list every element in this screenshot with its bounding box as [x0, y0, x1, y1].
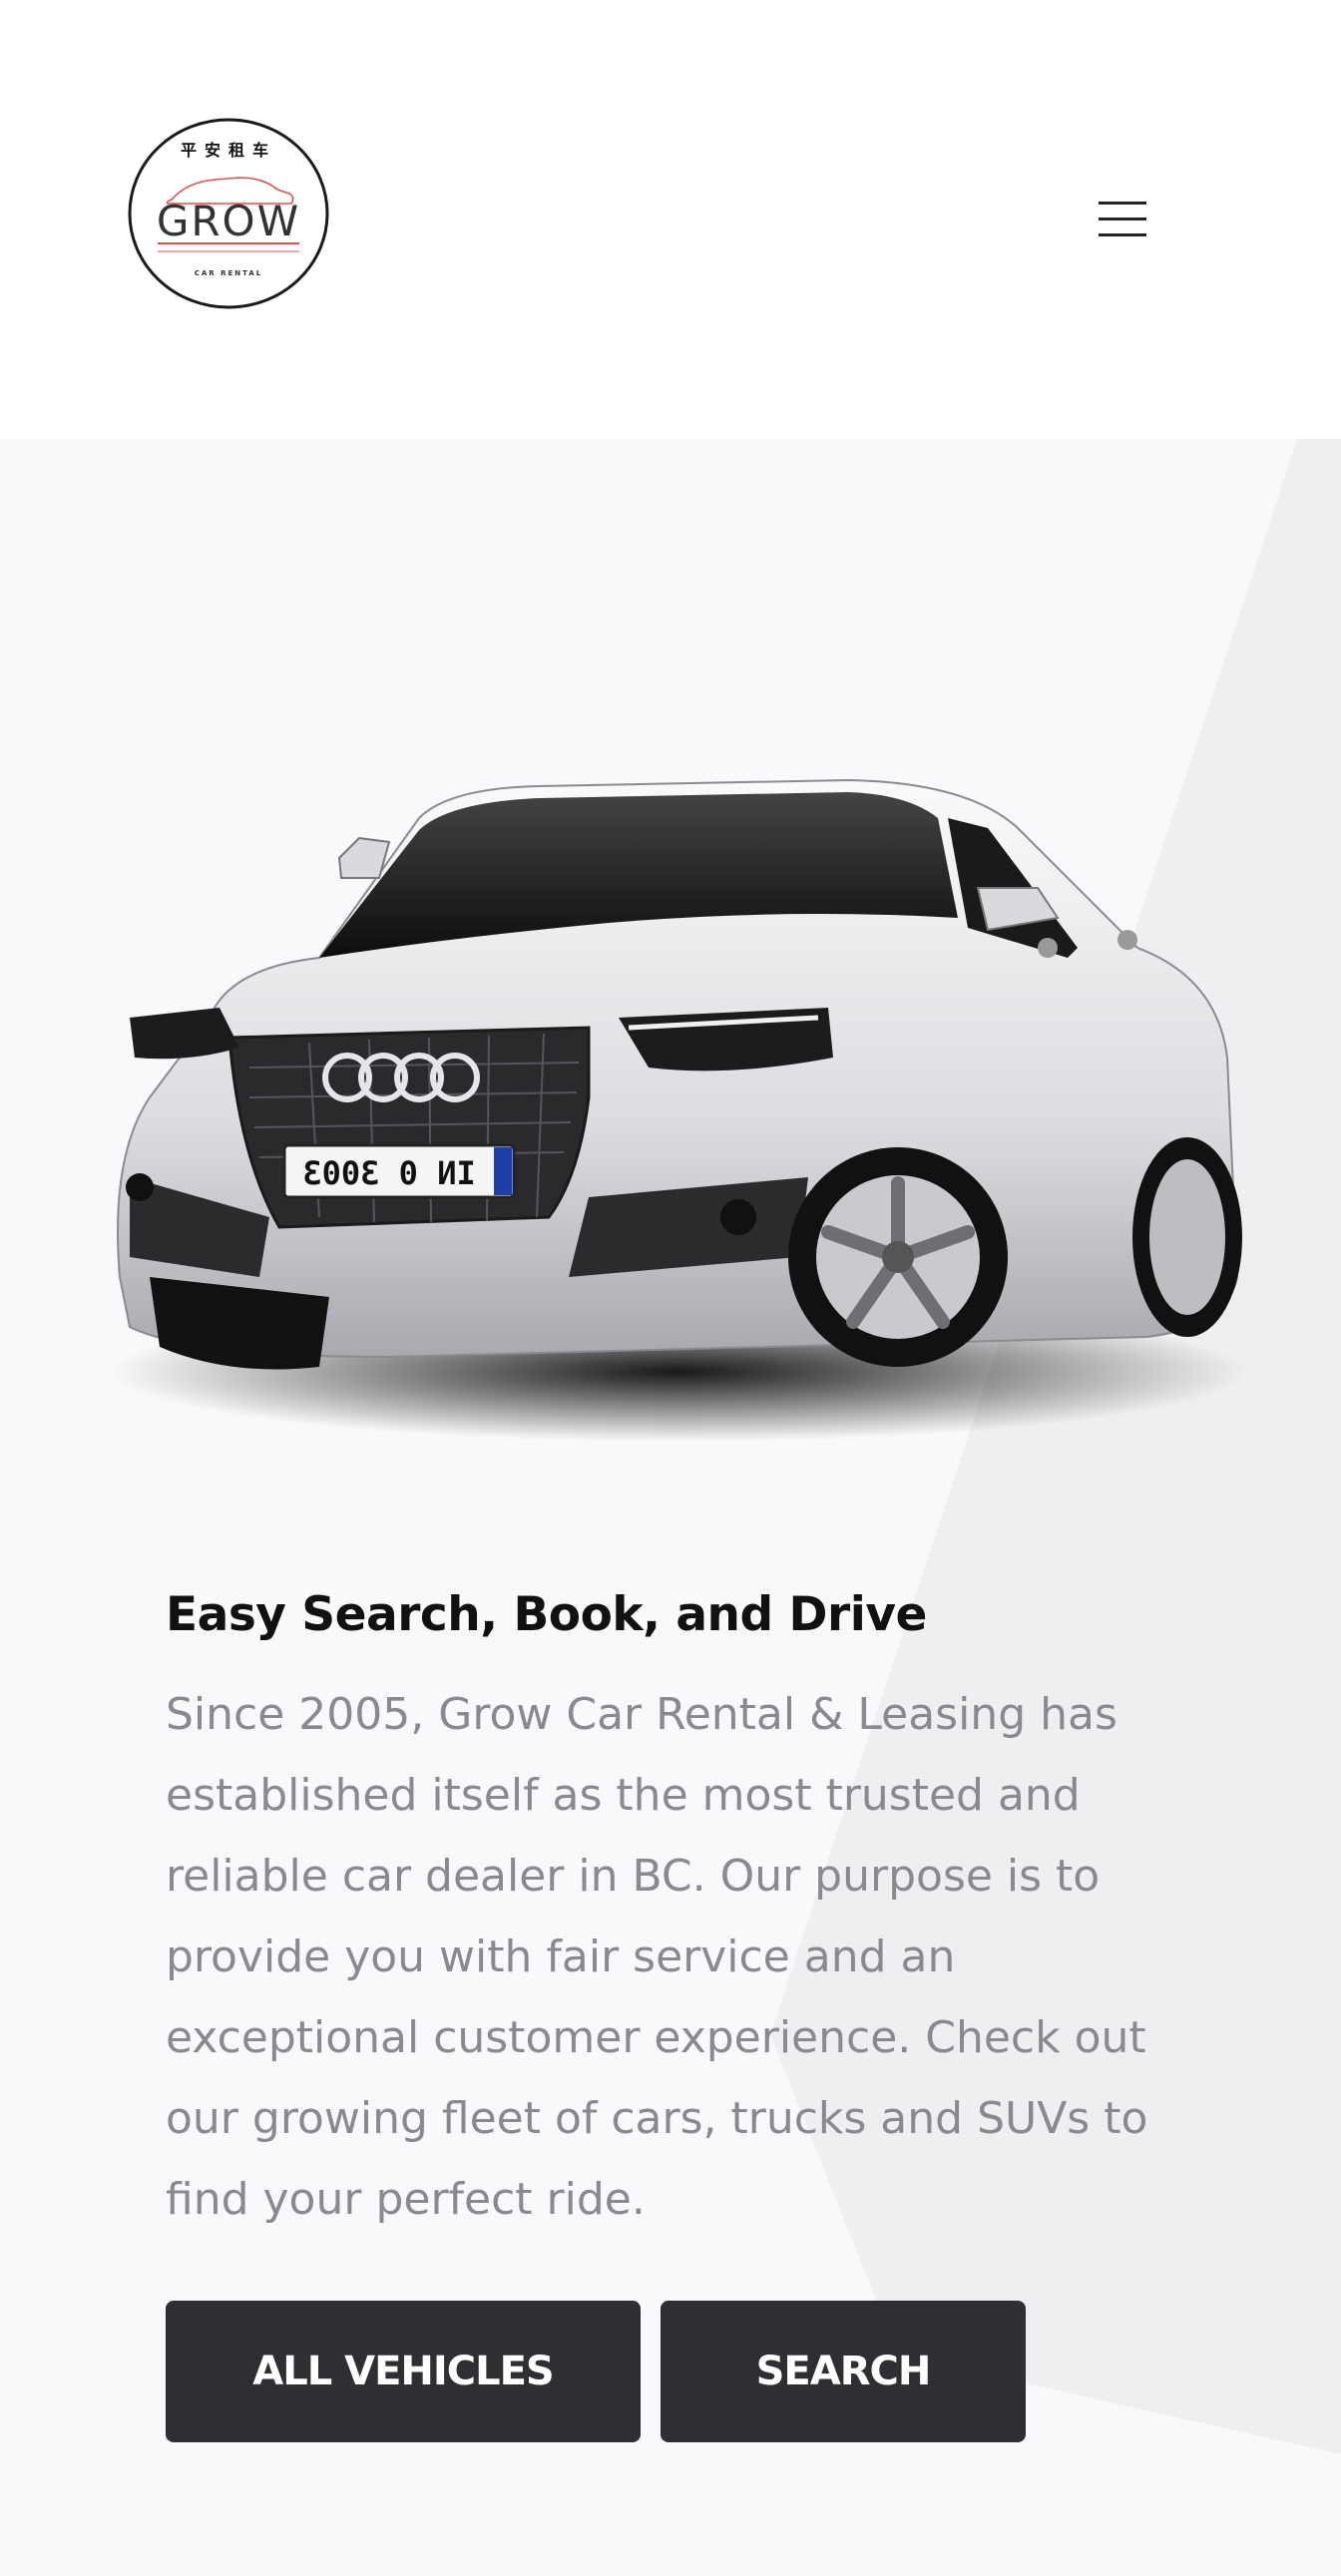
- hero-heading: Easy Search, Book, and Drive: [166, 1587, 927, 1642]
- svg-text:平安租车: 平安租车: [181, 141, 276, 160]
- svg-text:CAR RENTAL: CAR RENTAL: [195, 269, 263, 277]
- all-vehicles-button[interactable]: ALL VEHICLES: [166, 2301, 641, 2442]
- car-image: IN 0 3003: [90, 718, 1277, 1477]
- svg-text:IN 0 3003: IN 0 3003: [302, 1154, 475, 1192]
- search-button[interactable]: SEARCH: [661, 2301, 1026, 2442]
- hero-section: IN 0 3003 Easy Search, Book, and Drive S…: [0, 439, 1341, 2576]
- hero-content: Easy Search, Book, and Drive Since 2005,…: [166, 1586, 1203, 2240]
- hero-description: Since 2005, Grow Car Rental & Leasing ha…: [166, 1689, 1148, 2225]
- svg-text:GROW: GROW: [157, 197, 300, 245]
- hamburger-menu-icon[interactable]: [1088, 190, 1157, 249]
- site-header: 平安租车 GROW CAR RENTAL: [0, 0, 1341, 439]
- grow-car-rental-logo[interactable]: 平安租车 GROW CAR RENTAL: [128, 118, 329, 309]
